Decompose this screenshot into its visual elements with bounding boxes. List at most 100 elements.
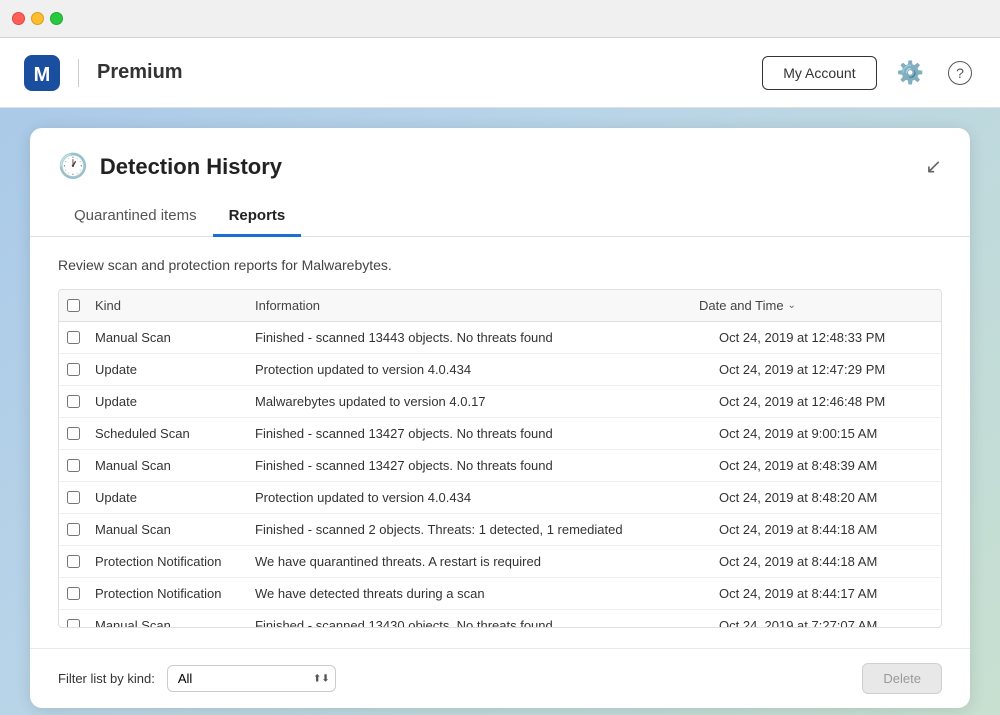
row-datetime: Oct 24, 2019 at 8:48:39 AM (711, 450, 941, 481)
delete-button[interactable]: Delete (862, 663, 942, 694)
table-row: Manual Scan Finished - scanned 13430 obj… (59, 610, 941, 627)
filter-kind-select[interactable]: AllManual ScanScheduled ScanUpdateProtec… (167, 665, 336, 692)
app-logo-icon: M (24, 55, 60, 91)
row-kind: Scheduled Scan (87, 418, 247, 449)
row-datetime: Oct 24, 2019 at 8:44:18 AM (711, 546, 941, 577)
description-text: Review scan and protection reports for M… (58, 257, 942, 273)
row-checkbox-4[interactable] (67, 459, 80, 472)
column-datetime[interactable]: Date and Time ⌄ (691, 298, 921, 313)
header-checkbox-cell (59, 298, 87, 313)
row-checkbox-cell (59, 419, 87, 448)
row-datetime: Oct 24, 2019 at 12:47:29 PM (711, 354, 941, 385)
row-checkbox-cell (59, 515, 87, 544)
select-all-checkbox[interactable] (67, 299, 80, 312)
row-checkbox-cell (59, 387, 87, 416)
minimize-button[interactable] (31, 12, 44, 25)
row-kind: Update (87, 386, 247, 417)
row-datetime: Oct 24, 2019 at 12:46:48 PM (711, 386, 941, 417)
row-information: Protection updated to version 4.0.434 (247, 354, 711, 385)
row-checkbox-cell (59, 611, 87, 627)
svg-text:M: M (34, 64, 51, 86)
row-information: Finished - scanned 13427 objects. No thr… (247, 418, 711, 449)
table-row: Manual Scan Finished - scanned 13443 obj… (59, 322, 941, 354)
row-kind: Protection Notification (87, 578, 247, 609)
row-checkbox-cell (59, 323, 87, 352)
tab-reports[interactable]: Reports (213, 197, 302, 237)
header-actions: My Account ⚙️ ? (762, 56, 976, 90)
row-checkbox-7[interactable] (67, 555, 80, 568)
expand-icon: ↙ (925, 156, 942, 178)
table-row: Manual Scan Finished - scanned 2 objects… (59, 514, 941, 546)
column-kind: Kind (87, 298, 247, 313)
my-account-button[interactable]: My Account (762, 56, 876, 90)
card-content: Review scan and protection reports for M… (30, 237, 970, 648)
row-checkbox-9[interactable] (67, 619, 80, 627)
row-datetime: Oct 24, 2019 at 8:44:18 AM (711, 514, 941, 545)
row-kind: Manual Scan (87, 450, 247, 481)
row-checkbox-cell (59, 579, 87, 608)
row-kind: Manual Scan (87, 322, 247, 353)
row-kind: Update (87, 354, 247, 385)
row-checkbox-6[interactable] (67, 523, 80, 536)
row-checkbox-cell (59, 451, 87, 480)
table-row: Scheduled Scan Finished - scanned 13427 … (59, 418, 941, 450)
row-kind: Manual Scan (87, 610, 247, 627)
row-datetime: Oct 24, 2019 at 12:48:33 PM (711, 322, 941, 353)
row-checkbox-1[interactable] (67, 363, 80, 376)
row-kind: Protection Notification (87, 546, 247, 577)
main-content: 🕐 Detection History ↙ Quarantined items … (0, 108, 1000, 715)
row-datetime: Oct 24, 2019 at 7:27:07 AM (711, 610, 941, 627)
row-information: We have quarantined threats. A restart i… (247, 546, 711, 577)
row-information: Malwarebytes updated to version 4.0.17 (247, 386, 711, 417)
table-row: Manual Scan Finished - scanned 13427 obj… (59, 450, 941, 482)
filter-select-wrapper: AllManual ScanScheduled ScanUpdateProtec… (167, 665, 336, 692)
filter-label: Filter list by kind: (58, 671, 155, 686)
column-information: Information (247, 298, 691, 313)
app-header: M Premium My Account ⚙️ ? (0, 38, 1000, 108)
row-information: We have detected threats during a scan (247, 578, 711, 609)
table-body[interactable]: Manual Scan Finished - scanned 13443 obj… (59, 322, 941, 627)
sort-icon: ⌄ (788, 300, 796, 311)
row-datetime: Oct 24, 2019 at 8:48:20 AM (711, 482, 941, 513)
table-row: Update Protection updated to version 4.0… (59, 354, 941, 386)
card-header: 🕐 Detection History ↙ (30, 128, 970, 181)
tab-quarantined-items[interactable]: Quarantined items (58, 197, 213, 237)
titlebar (0, 0, 1000, 38)
row-information: Finished - scanned 13443 objects. No thr… (247, 322, 711, 353)
row-datetime: Oct 24, 2019 at 9:00:15 AM (711, 418, 941, 449)
table-header: Kind Information Date and Time ⌄ (59, 290, 941, 322)
row-checkbox-cell (59, 355, 87, 384)
detection-history-card: 🕐 Detection History ↙ Quarantined items … (30, 128, 970, 708)
row-information: Protection updated to version 4.0.434 (247, 482, 711, 513)
settings-button[interactable]: ⚙️ (893, 58, 928, 88)
expand-button[interactable]: ↙ (925, 154, 942, 179)
close-button[interactable] (12, 12, 25, 25)
table-row: Protection Notification We have quaranti… (59, 546, 941, 578)
row-datetime: Oct 24, 2019 at 8:44:17 AM (711, 578, 941, 609)
settings-icon: ⚙️ (897, 60, 924, 85)
row-checkbox-2[interactable] (67, 395, 80, 408)
row-information: Finished - scanned 2 objects. Threats: 1… (247, 514, 711, 545)
logo-area: M Premium (24, 55, 762, 91)
column-scroll-spacer (921, 298, 941, 313)
help-button[interactable]: ? (944, 56, 976, 89)
row-checkbox-5[interactable] (67, 491, 80, 504)
row-checkbox-cell (59, 483, 87, 512)
tabs: Quarantined items Reports (30, 197, 970, 237)
row-kind: Manual Scan (87, 514, 247, 545)
maximize-button[interactable] (50, 12, 63, 25)
row-information: Finished - scanned 13430 objects. No thr… (247, 610, 711, 627)
card-footer: Filter list by kind: AllManual ScanSched… (30, 648, 970, 708)
help-icon: ? (948, 61, 972, 85)
row-checkbox-0[interactable] (67, 331, 80, 344)
app-name: Premium (97, 61, 183, 84)
row-checkbox-8[interactable] (67, 587, 80, 600)
card-title-area: 🕐 Detection History (58, 152, 282, 181)
reports-table: Kind Information Date and Time ⌄ Manual … (58, 289, 942, 628)
row-checkbox-3[interactable] (67, 427, 80, 440)
row-checkbox-cell (59, 547, 87, 576)
row-kind: Update (87, 482, 247, 513)
row-information: Finished - scanned 13427 objects. No thr… (247, 450, 711, 481)
logo-divider (78, 59, 79, 87)
table-row: Update Malwarebytes updated to version 4… (59, 386, 941, 418)
